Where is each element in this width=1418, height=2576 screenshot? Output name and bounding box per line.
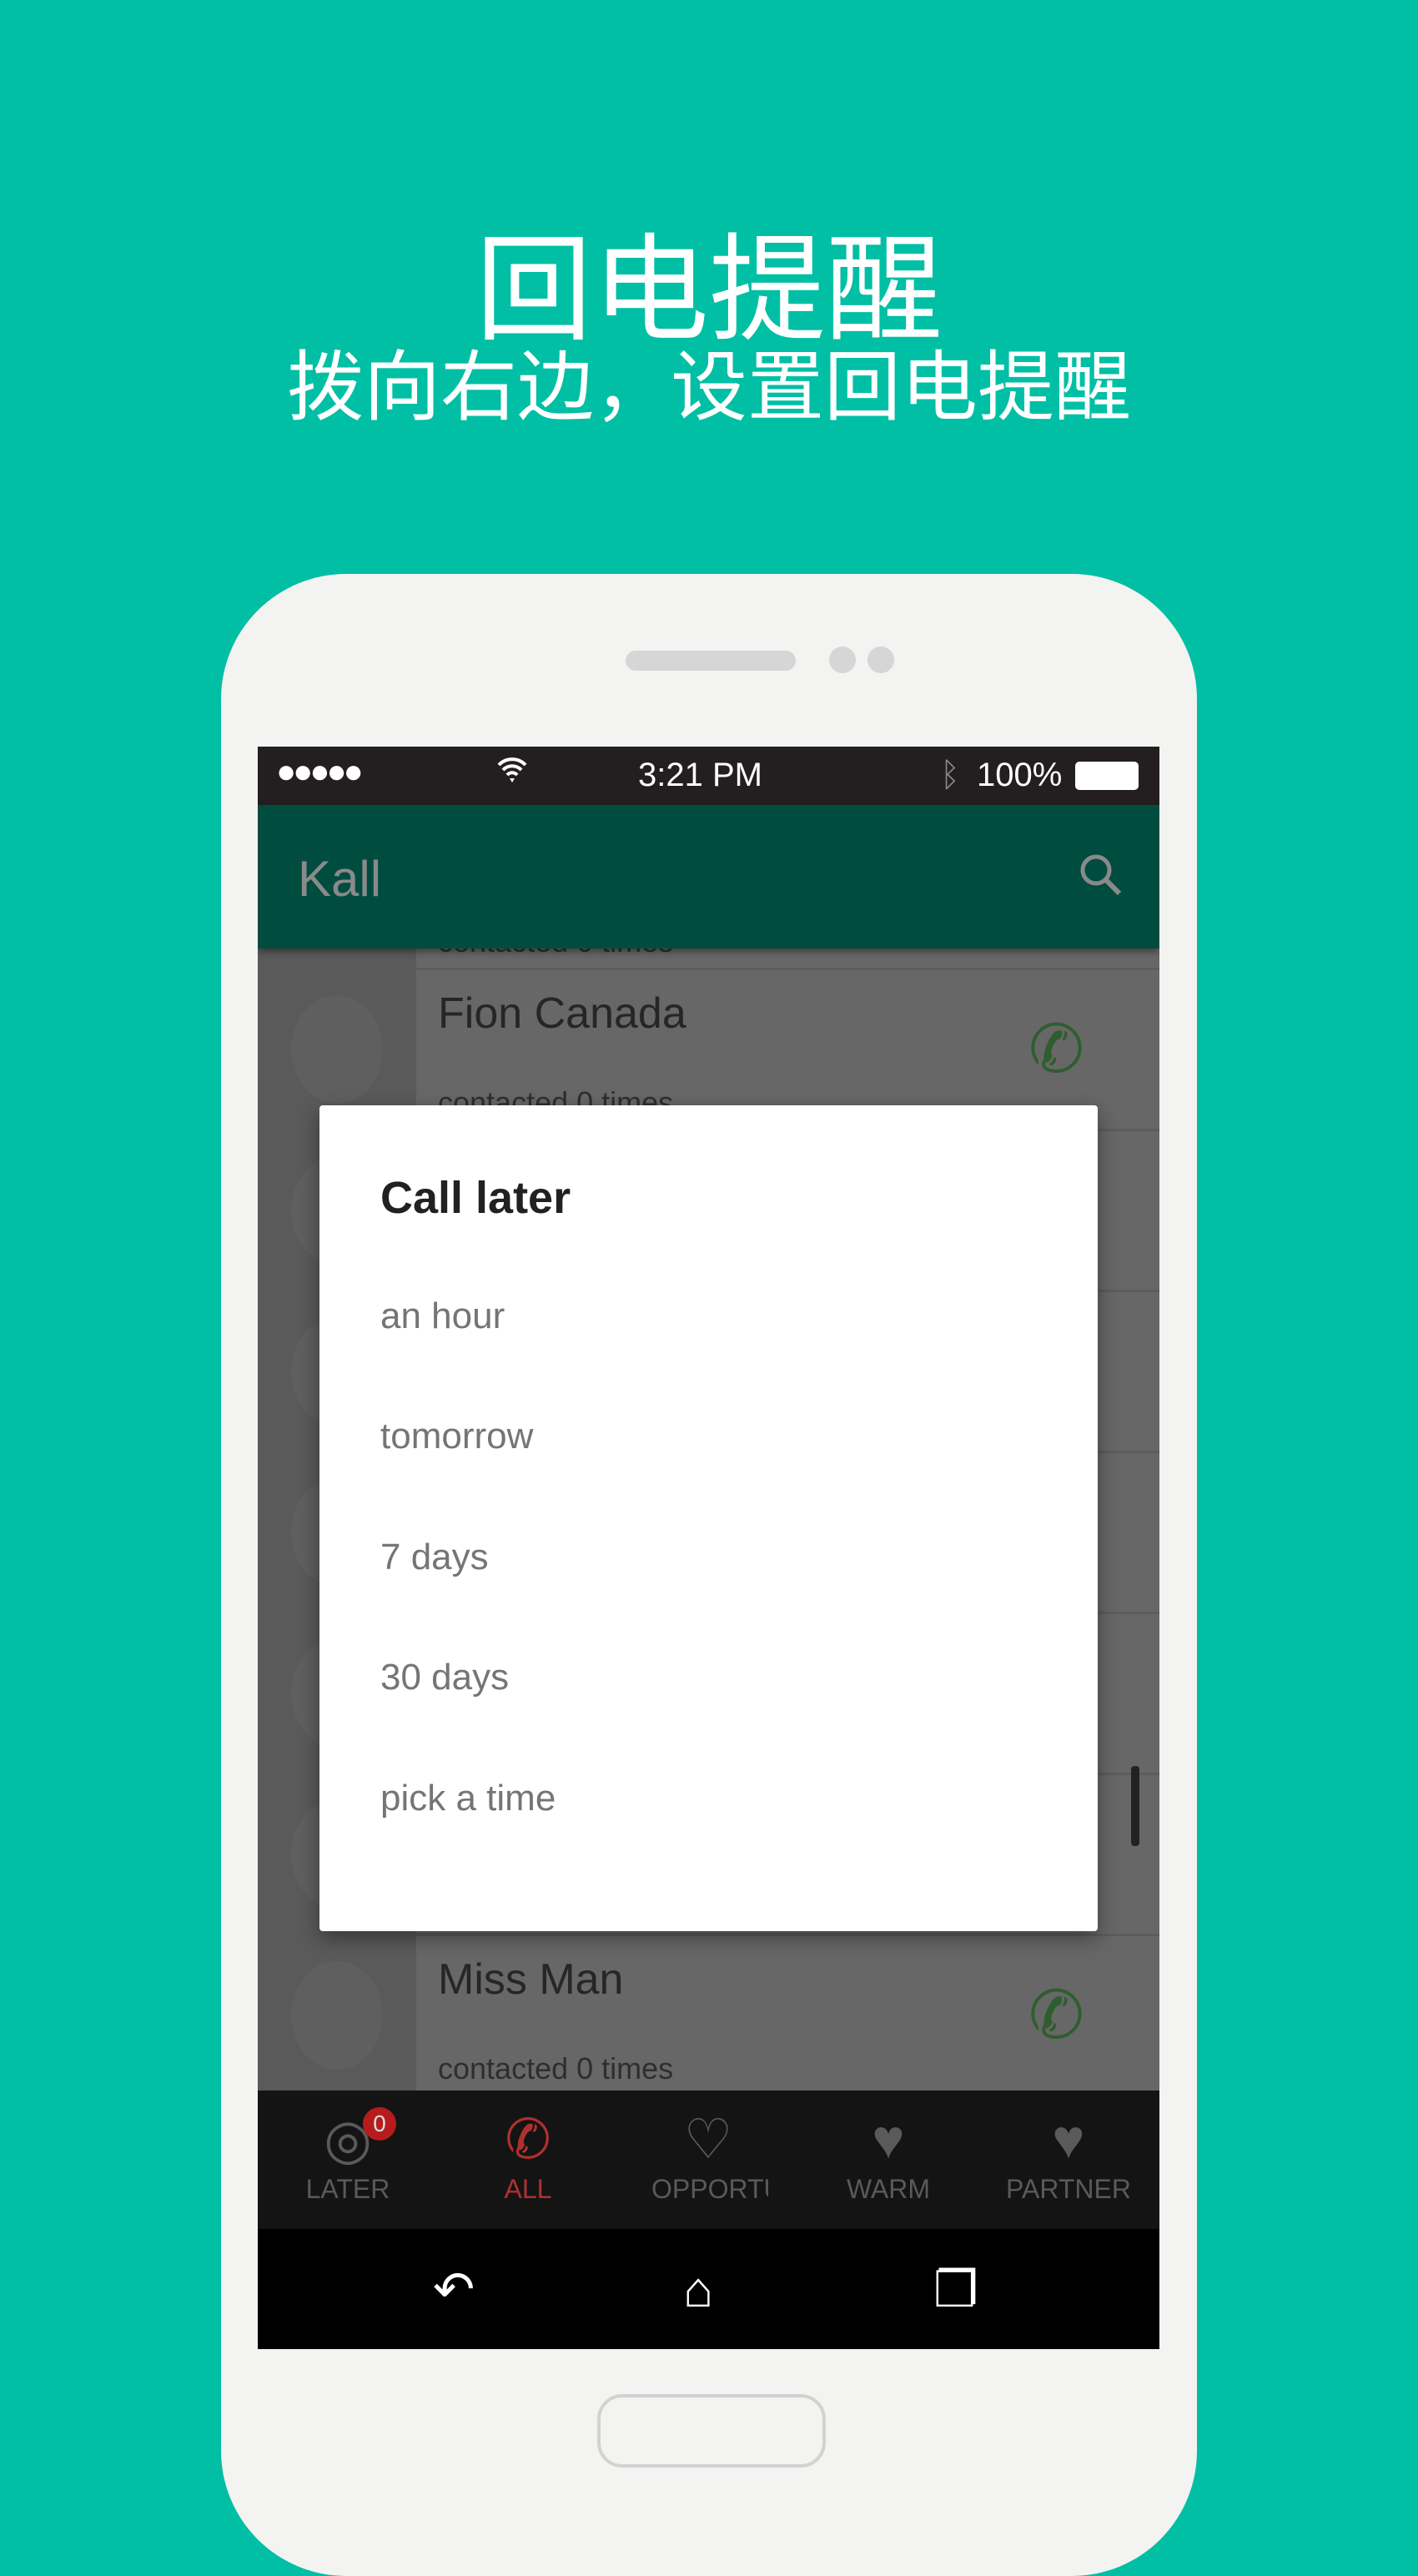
tab-warm[interactable]: ♥ WARM xyxy=(798,2090,978,2229)
phone-screen: ●●●●● 3:21 PM ᛒ 100% Kall contacted 0 ti… xyxy=(258,747,1159,2349)
phone-icon: ✆ xyxy=(505,2108,551,2170)
scrollbar[interactable] xyxy=(1131,1766,1139,1846)
tab-label: OPPORTUN xyxy=(651,2174,768,2204)
tab-label: ALL xyxy=(504,2174,552,2204)
contact-row[interactable]: Miss Man contacted 0 times ✆ xyxy=(258,1936,1159,2097)
promo-subtitle: 拨向右边，设置回电提醒 xyxy=(286,343,1131,432)
option-pick-a-time[interactable]: pick a time xyxy=(380,1778,556,1819)
app-title: Kall xyxy=(298,851,382,907)
tab-label: LATER xyxy=(305,2174,390,2204)
home-icon[interactable]: ⌂ xyxy=(683,2261,713,2318)
tab-later[interactable]: ◎ 0 LATER xyxy=(258,2090,438,2229)
search-icon[interactable] xyxy=(1076,850,1126,904)
contact-name: Fion Canada xyxy=(438,989,686,1038)
android-nav-bar: ↶ ⌂ ❐ xyxy=(258,2229,1159,2349)
bluetooth-icon: ᛒ xyxy=(940,757,960,793)
battery-percent: 100% xyxy=(977,757,1063,793)
later-badge: 0 xyxy=(363,2107,396,2141)
heart-filled-icon: ♥ xyxy=(1052,2108,1085,2170)
clock-icon: ◎ xyxy=(324,2108,372,2170)
tab-opportunity[interactable]: ♡ OPPORTUN xyxy=(618,2090,798,2229)
recent-apps-icon[interactable]: ❐ xyxy=(933,2261,978,2319)
dialog-title: Call later xyxy=(380,1173,571,1223)
phone-speaker xyxy=(626,651,796,671)
battery-icon xyxy=(1075,762,1139,790)
tab-partner[interactable]: ♥ PARTNER xyxy=(978,2090,1159,2229)
contact-subtitle: contacted 0 times xyxy=(438,2051,674,2085)
bottom-tab-bar: ◎ 0 LATER ✆ ALL ♡ OPPORTUN ♥ WARM ♥ PART… xyxy=(258,2090,1159,2229)
clock-time: 3:21 PM xyxy=(638,757,762,793)
call-later-dialog: Call later an hour tomorrow 7 days 30 da… xyxy=(319,1105,1098,1931)
heart-half-icon: ♥ xyxy=(872,2108,905,2170)
app-bar: Kall xyxy=(258,805,1159,948)
call-icon[interactable]: ✆ xyxy=(1028,1976,1084,2054)
back-icon[interactable]: ↶ xyxy=(433,2261,475,2319)
wifi-icon xyxy=(495,752,529,793)
phone-camera xyxy=(829,647,856,673)
call-icon[interactable]: ✆ xyxy=(1028,1010,1084,1088)
phone-sensor xyxy=(867,647,894,673)
tab-label: PARTNER xyxy=(1006,2174,1131,2204)
tab-all[interactable]: ✆ ALL xyxy=(438,2090,618,2229)
avatar xyxy=(258,1936,416,2097)
option-an-hour[interactable]: an hour xyxy=(380,1296,505,1337)
option-7-days[interactable]: 7 days xyxy=(380,1537,489,1578)
option-30-days[interactable]: 30 days xyxy=(380,1657,509,1698)
tab-label: WARM xyxy=(846,2174,931,2204)
signal-icon: ●●●●● xyxy=(276,753,364,790)
heart-outline-icon: ♡ xyxy=(683,2108,733,2170)
status-bar: ●●●●● 3:21 PM ᛒ 100% xyxy=(258,747,1159,805)
option-tomorrow[interactable]: tomorrow xyxy=(380,1416,533,1457)
phone-home-button[interactable] xyxy=(597,2394,826,2468)
contact-name: Miss Man xyxy=(438,1955,624,2004)
